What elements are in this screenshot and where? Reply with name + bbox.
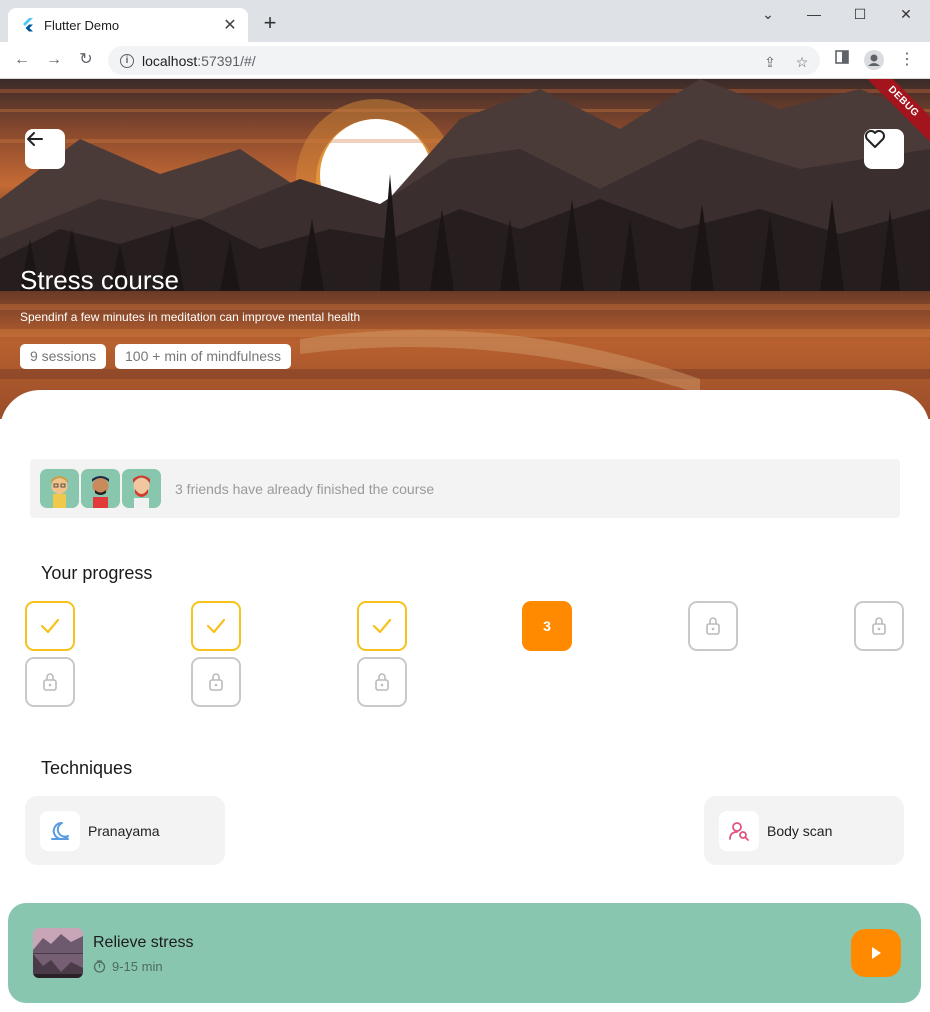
star-icon[interactable]: ☆ — [792, 54, 812, 74]
browser-tab[interactable]: Flutter Demo ✕ — [8, 8, 248, 42]
track-title: Relieve stress — [93, 934, 194, 951]
forward-nav-icon[interactable]: → — [44, 50, 64, 70]
mini-player[interactable]: Relieve stress 9-15 min — [8, 903, 921, 1003]
technique-label: Pranayama — [88, 822, 160, 839]
info-icon[interactable]: i — [120, 53, 134, 68]
progress-step-done[interactable] — [357, 601, 407, 651]
lock-icon — [209, 673, 223, 691]
progress-title: Your progress — [41, 563, 153, 583]
play-button[interactable] — [851, 929, 901, 977]
minimize-icon[interactable]: — — [804, 6, 824, 26]
technique-label: Body scan — [767, 822, 833, 839]
progress-step-locked[interactable] — [25, 657, 75, 707]
tab-strip: Flutter Demo ✕ + ⌄ — ☐ ✕ — [0, 0, 930, 42]
techniques-title: Techniques — [41, 758, 133, 778]
tab-title: Flutter Demo — [44, 17, 120, 33]
reload-icon[interactable]: ↻ — [76, 50, 96, 70]
progress-step-done[interactable] — [25, 601, 75, 651]
person-search-icon — [719, 810, 759, 851]
check-icon — [372, 618, 392, 634]
back-nav-icon[interactable]: ← — [12, 50, 32, 70]
progress-step-current[interactable]: 3 — [522, 601, 572, 651]
avatar — [81, 469, 120, 508]
browser-toolbar: ← → ↻ i localhost:57391/#/ ⇪ ☆ ⋮ — [0, 42, 930, 79]
play-icon — [872, 947, 881, 959]
app-viewport: DEBUG Stress course Spendinf a few minut… — [0, 79, 930, 1012]
url-host: localhost — [142, 52, 198, 69]
avatar — [122, 469, 161, 508]
new-tab-icon[interactable]: + — [258, 12, 282, 36]
browser-chrome: Flutter Demo ✕ + ⌄ — ☐ ✕ ← → ↻ i localho… — [0, 0, 930, 79]
check-icon — [40, 618, 60, 634]
course-subtitle: Spendinf a few minutes in meditation can… — [20, 310, 361, 324]
track-duration: 9-15 min — [93, 959, 163, 974]
sessions-chip: 9 sessions — [20, 344, 107, 369]
flutter-icon — [23, 18, 33, 32]
menu-icon[interactable]: ⋮ — [897, 50, 917, 70]
avatar — [40, 469, 79, 508]
side-panel-icon[interactable] — [832, 50, 852, 70]
progress-step-locked[interactable] — [688, 601, 738, 651]
url-path: :57391/#/ — [197, 52, 256, 69]
duration-text: 9-15 min — [112, 959, 163, 974]
lock-icon — [43, 673, 57, 691]
technique-card-body-scan[interactable]: Body scan — [704, 796, 904, 865]
track-thumbnail — [33, 928, 83, 978]
moon-icon — [40, 810, 80, 851]
heart-icon — [865, 130, 885, 148]
lock-icon — [872, 617, 886, 635]
lock-icon — [706, 617, 720, 635]
friends-banner: 3 friends have already finished the cour… — [30, 459, 900, 518]
friends-text: 3 friends have already finished the cour… — [175, 480, 435, 497]
back-button[interactable] — [25, 129, 65, 169]
chevron-down-icon[interactable]: ⌄ — [758, 6, 778, 26]
hero-banner: DEBUG Stress course Spendinf a few minut… — [0, 79, 930, 419]
timer-icon — [93, 960, 106, 973]
course-title: Stress course — [20, 265, 179, 295]
favorite-button[interactable] — [864, 129, 904, 169]
check-icon — [206, 618, 226, 634]
lock-icon — [375, 673, 389, 691]
progress-step-locked[interactable] — [357, 657, 407, 707]
arrow-left-icon — [27, 132, 43, 146]
progress-step-done[interactable] — [191, 601, 241, 651]
technique-card-pranayama[interactable]: Pranayama — [25, 796, 225, 865]
progress-step-locked[interactable] — [854, 601, 904, 651]
close-window-icon[interactable]: ✕ — [896, 6, 916, 26]
duration-chip: 100 + min of mindfulness — [115, 344, 292, 369]
share-icon[interactable]: ⇪ — [760, 54, 780, 74]
close-tab-icon[interactable]: ✕ — [222, 15, 238, 35]
address-bar[interactable]: i localhost:57391/#/ ⇪ ☆ — [108, 46, 820, 75]
profile-icon[interactable] — [864, 50, 884, 70]
maximize-icon[interactable]: ☐ — [850, 6, 870, 26]
progress-step-locked[interactable] — [191, 657, 241, 707]
